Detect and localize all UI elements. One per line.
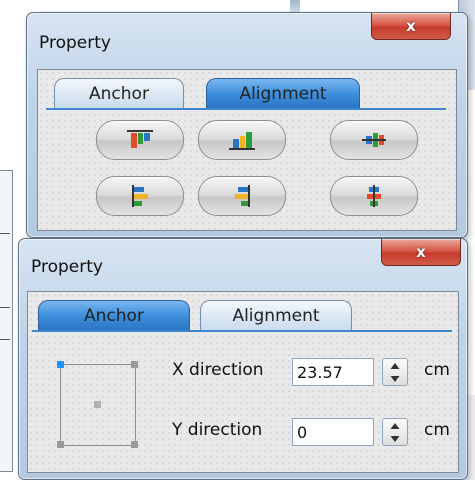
divider (0, 339, 10, 340)
spin-down-button[interactable] (383, 372, 407, 385)
arrow-down-icon (390, 375, 400, 382)
align-vertical-center-icon (362, 133, 386, 147)
property-window-anchor: Property x Anchor Alignment X direction … (18, 238, 468, 480)
spin-up-button[interactable] (383, 419, 407, 432)
tab-alignment[interactable]: Alignment (206, 78, 360, 109)
alignment-panel: Anchor Alignment (37, 69, 457, 231)
align-top-icon (127, 130, 153, 148)
anchor-point-center[interactable] (94, 401, 101, 408)
anchor-point-bottom-left[interactable] (57, 441, 64, 448)
align-vertical-center-button[interactable] (330, 120, 418, 160)
background-window-edge (290, 0, 300, 12)
tab-anchor[interactable]: Anchor (54, 78, 184, 109)
divider (0, 307, 10, 308)
align-left-icon (132, 185, 148, 207)
align-horizontal-center-button[interactable] (330, 176, 418, 216)
align-top-button[interactable] (96, 120, 184, 160)
close-button[interactable]: x (381, 239, 461, 266)
tab-alignment[interactable]: Alignment (200, 300, 352, 331)
tab-anchor[interactable]: Anchor (38, 300, 190, 331)
x-direction-label: X direction (172, 360, 264, 380)
arrow-down-icon (390, 435, 400, 442)
anchor-point-bottom-right[interactable] (131, 441, 138, 448)
arrow-up-icon (390, 362, 400, 369)
tab-underline (32, 330, 452, 332)
y-direction-input[interactable]: 0 (292, 418, 374, 446)
anchor-point-top-right[interactable] (131, 361, 138, 368)
y-direction-unit: cm (424, 420, 450, 440)
arrow-up-icon (390, 422, 400, 429)
align-bottom-icon (229, 132, 255, 150)
x-direction-input[interactable]: 23.57 (292, 358, 374, 386)
spin-up-button[interactable] (383, 359, 407, 372)
divider (0, 233, 10, 234)
align-right-icon (235, 185, 250, 207)
anchor-point-top-left[interactable] (57, 361, 64, 368)
anchor-panel: Anchor Alignment X direction 23.57 cm Y … (27, 291, 459, 473)
close-button[interactable]: x (371, 13, 451, 40)
align-bottom-button[interactable] (198, 120, 286, 160)
x-direction-unit: cm (424, 360, 450, 380)
align-right-button[interactable] (198, 176, 286, 216)
spin-down-button[interactable] (383, 432, 407, 445)
y-direction-spinner[interactable] (382, 418, 408, 446)
window-title: Property (31, 257, 103, 277)
property-window-alignment: Property x Anchor Alignment (26, 12, 468, 238)
window-title: Property (39, 33, 111, 53)
y-direction-label: Y direction (172, 420, 263, 440)
tab-underline (46, 108, 446, 110)
x-direction-spinner[interactable] (382, 358, 408, 386)
align-horizontal-center-icon (367, 185, 381, 207)
background-window-edge (0, 170, 13, 472)
align-left-button[interactable] (96, 176, 184, 216)
